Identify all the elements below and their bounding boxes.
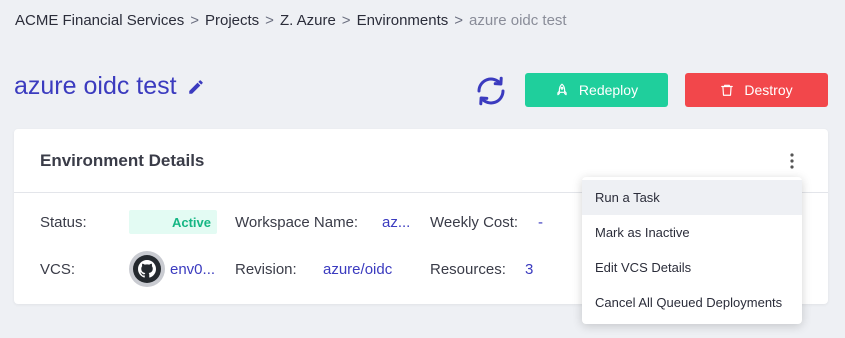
- menu-item-run-task[interactable]: Run a Task: [582, 180, 802, 215]
- environment-actions-menu: Run a Task Mark as Inactive Edit VCS Det…: [582, 177, 802, 324]
- weekly-cost-value: -: [538, 214, 543, 231]
- trash-icon: [720, 83, 734, 97]
- breadcrumb-separator: >: [454, 12, 464, 29]
- breadcrumb-separator: >: [265, 12, 274, 29]
- revision-value[interactable]: azure/oidc: [323, 261, 392, 278]
- menu-item-edit-vcs[interactable]: Edit VCS Details: [582, 250, 802, 285]
- menu-item-cancel-queued[interactable]: Cancel All Queued Deployments: [582, 285, 802, 320]
- breadcrumb-item-environments[interactable]: Environments: [357, 12, 449, 29]
- redeploy-button[interactable]: Redeploy: [525, 73, 668, 107]
- page-title: azure oidc test: [14, 72, 205, 101]
- pencil-icon[interactable]: [187, 78, 205, 96]
- page-title-text: azure oidc test: [14, 72, 177, 100]
- workspace-name-label: Workspace Name:: [235, 214, 359, 231]
- breadcrumb-item-org[interactable]: ACME Financial Services: [15, 12, 184, 29]
- menu-item-mark-inactive[interactable]: Mark as Inactive: [582, 215, 802, 250]
- kebab-menu-icon[interactable]: [780, 149, 804, 173]
- vcs-label: VCS:: [40, 261, 76, 278]
- breadcrumb: ACME Financial Services > Projects > Z. …: [15, 12, 567, 29]
- revision-label: Revision:: [235, 261, 297, 278]
- destroy-button-label: Destroy: [744, 82, 793, 98]
- breadcrumb-item-project[interactable]: Z. Azure: [280, 12, 336, 29]
- breadcrumb-item-projects[interactable]: Projects: [205, 12, 259, 29]
- status-badge: Active: [129, 210, 217, 234]
- breadcrumb-item-current: azure oidc test: [469, 12, 567, 29]
- redeploy-button-label: Redeploy: [578, 82, 639, 98]
- avatar: [129, 251, 165, 287]
- github-icon: [133, 255, 161, 283]
- vcs-value[interactable]: env0...: [170, 261, 215, 278]
- workspace-name-value: az...: [382, 214, 411, 231]
- resources-value[interactable]: 3: [525, 261, 533, 278]
- breadcrumb-separator: >: [341, 12, 351, 29]
- refresh-icon[interactable]: [473, 73, 509, 109]
- rocket-icon: [555, 83, 569, 97]
- card-title: Environment Details: [40, 151, 205, 170]
- weekly-cost-label: Weekly Cost:: [430, 214, 519, 231]
- status-label: Status:: [40, 214, 87, 231]
- destroy-button[interactable]: Destroy: [685, 73, 828, 107]
- breadcrumb-separator: >: [190, 12, 199, 29]
- resources-label: Resources:: [430, 261, 506, 278]
